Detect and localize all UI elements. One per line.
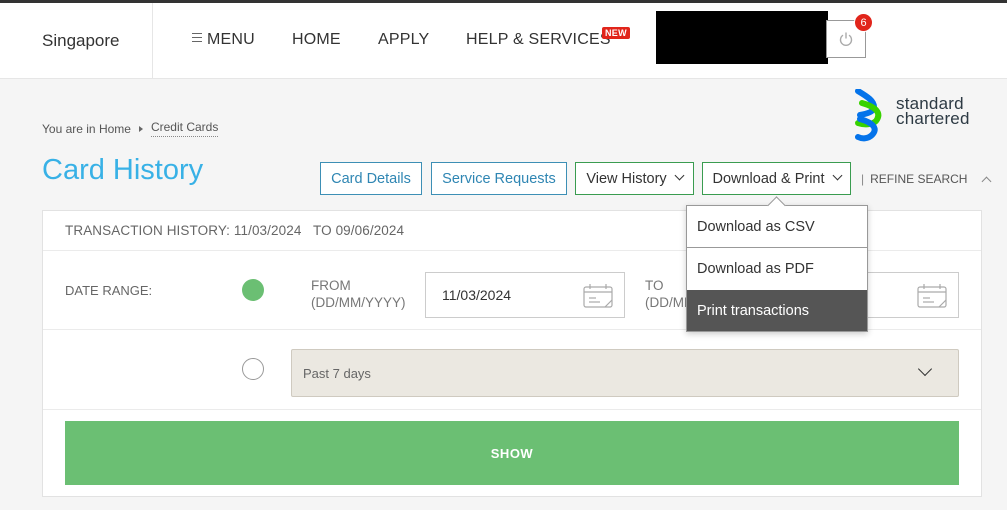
calendar-icon[interactable] bbox=[583, 283, 614, 309]
from-format-text: (DD/MM/YYYY) bbox=[311, 295, 406, 310]
redacted-user-area bbox=[656, 11, 828, 64]
download-print-label: Download & Print bbox=[712, 170, 825, 187]
chevron-up-icon bbox=[982, 176, 992, 186]
nav-home[interactable]: HOME bbox=[292, 31, 341, 49]
from-label-text: FROM bbox=[311, 278, 351, 293]
chevron-down-icon bbox=[674, 170, 685, 181]
transaction-history-from: TRANSACTION HISTORY: 11/03/2024 bbox=[65, 223, 302, 238]
download-pdf-item[interactable]: Download as PDF bbox=[687, 248, 867, 290]
logo-mark-icon bbox=[855, 89, 882, 142]
notification-badge[interactable]: 6 bbox=[854, 13, 873, 32]
new-badge: NEW bbox=[602, 27, 630, 39]
show-button[interactable]: SHOW bbox=[65, 421, 959, 485]
period-row: Past 7 days bbox=[43, 330, 981, 410]
show-button-label: SHOW bbox=[490, 445, 534, 461]
nav-menu[interactable]: MENU bbox=[192, 31, 255, 49]
chevron-down-icon bbox=[832, 170, 842, 181]
breadcrumb: You are in Home Credit Cards bbox=[42, 120, 219, 137]
from-label: FROM (DD/MM/YYYY) bbox=[311, 277, 406, 311]
period-select[interactable]: Past 7 days bbox=[291, 349, 959, 397]
breadcrumb-prefix: You are in bbox=[42, 121, 96, 136]
logo-wordmark: standard chartered bbox=[896, 95, 970, 128]
nav-help-services[interactable]: HELP & SERVICES bbox=[466, 31, 611, 49]
refine-search-label: REFINE SEARCH bbox=[870, 172, 968, 186]
card-details-label: Card Details bbox=[331, 170, 411, 187]
nav-menu-label: MENU bbox=[207, 31, 255, 48]
date-range-radio-selected[interactable] bbox=[242, 279, 264, 301]
breadcrumb-arrow-icon bbox=[138, 125, 143, 132]
hamburger-icon bbox=[192, 32, 202, 43]
period-value: Past 7 days bbox=[303, 365, 371, 381]
print-transactions-item[interactable]: Print transactions bbox=[687, 290, 867, 331]
view-history-label: View History bbox=[586, 170, 667, 187]
logo-line-2: chartered bbox=[896, 109, 970, 128]
breadcrumb-home[interactable]: Home bbox=[99, 122, 131, 136]
divider: | bbox=[861, 172, 865, 186]
nav-apply[interactable]: APPLY bbox=[378, 31, 429, 49]
calendar-icon[interactable] bbox=[917, 283, 948, 309]
from-date-value: 11/03/2024 bbox=[442, 287, 512, 303]
site-header: Singapore MENU HOME APPLY HELP & SERVICE… bbox=[0, 3, 1007, 79]
download-print-dropdown: Download as CSV Download as PDF Print tr… bbox=[686, 205, 868, 332]
download-csv-item[interactable]: Download as CSV bbox=[687, 206, 867, 248]
power-icon bbox=[839, 32, 853, 46]
region-label: Singapore bbox=[42, 31, 120, 50]
service-requests-button[interactable]: Service Requests bbox=[431, 162, 567, 195]
download-print-button[interactable]: Download & Print bbox=[702, 162, 851, 195]
region-selector[interactable]: Singapore bbox=[0, 3, 153, 79]
date-range-label: DATE RANGE: bbox=[65, 283, 153, 298]
page-title: Card History bbox=[42, 154, 204, 186]
view-history-button[interactable]: View History bbox=[575, 162, 694, 195]
card-details-button[interactable]: Card Details bbox=[320, 162, 422, 195]
standard-chartered-logo: standard chartered bbox=[852, 89, 992, 143]
chevron-down-icon bbox=[917, 361, 933, 377]
to-date-input[interactable] bbox=[858, 272, 959, 318]
from-date-input[interactable]: 11/03/2024 bbox=[425, 272, 625, 318]
service-requests-label: Service Requests bbox=[442, 170, 556, 187]
period-radio-unselected[interactable] bbox=[242, 358, 264, 380]
refine-search-toggle[interactable]: | REFINE SEARCH bbox=[861, 172, 992, 186]
transaction-history-label: TRANSACTION HISTORY: 11/03/2024 TO 09/06… bbox=[65, 223, 404, 238]
transaction-history-to: TO 09/06/2024 bbox=[313, 223, 405, 238]
breadcrumb-credit-cards[interactable]: Credit Cards bbox=[150, 120, 219, 137]
